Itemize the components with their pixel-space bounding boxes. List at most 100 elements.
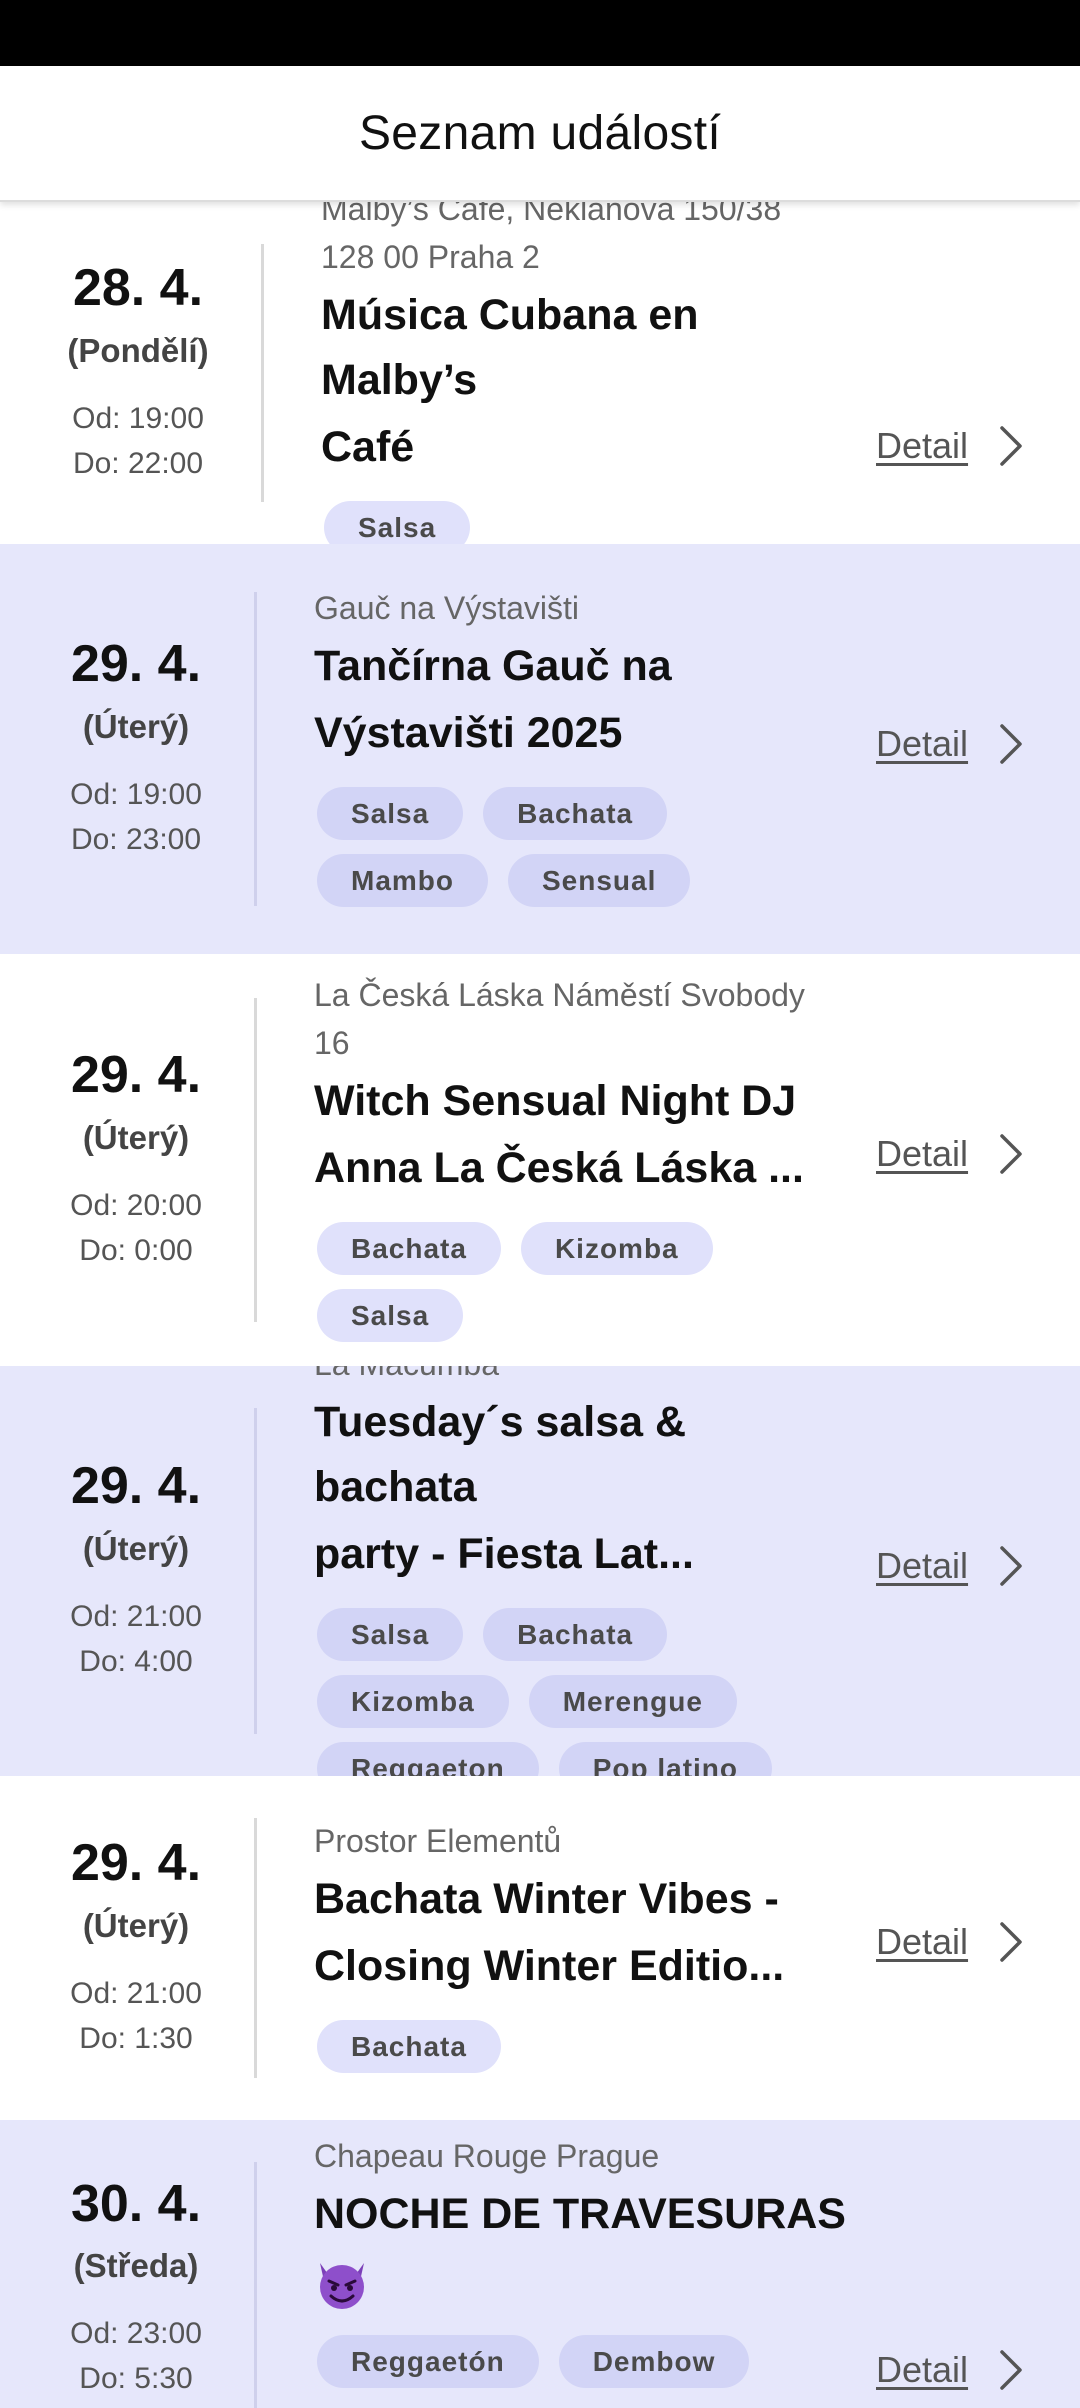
event-date: 29. 4. (Úterý) Od: 19:00 Do: 23:00 [0,544,272,954]
divider [254,1818,257,2078]
event-item-2[interactable]: 29. 4. (Úterý) Od: 20:00 Do: 0:00 La Čes… [0,954,1080,1366]
event-item-1[interactable]: 29. 4. (Úterý) Od: 19:00 Do: 23:00 Gauč … [0,544,1080,954]
event-time-to: Do: 0:00 [79,1233,193,1267]
event-date: 30. 4. (Středa) Od: 23:00 Do: 5:30 [0,2120,272,2401]
tag-chip: Salsa [317,1608,464,1661]
detail-link[interactable]: Detail [876,1544,1024,1588]
tag-chip: Mambo [317,854,488,907]
event-time-from: Od: 19:00 [72,401,204,435]
divider [254,1408,257,1734]
tag-chip: Bachata [483,1608,668,1661]
event-title: Výstavišti 2025 [314,709,623,757]
tag-chip: Reggaeton [317,1742,539,1776]
tag-chip: Salsa [324,501,471,544]
event-title: Anna La Česká Láska ... [314,1144,804,1192]
event-info: La Macumba Tuesday´s salsa & bachata par… [314,1366,854,1776]
event-time-from: Od: 23:00 [70,2317,202,2351]
event-weekday: (Úterý) [82,1529,190,1567]
tag-chip: Kizomba [317,1675,509,1728]
chevron-right-icon [1000,1134,1022,1174]
smiling-devil-emoji-icon [320,2262,364,2309]
detail-link[interactable]: Detail [876,722,1024,766]
tag-chip: Salsa [317,1289,464,1342]
status-bar [0,0,1080,66]
event-tags: Salsa [321,494,861,544]
detail-label[interactable]: Detail [876,723,968,765]
detail-link[interactable]: Detail [876,424,1024,468]
event-venue: Gauč na Výstavišti [314,590,579,626]
event-weekday: (Pondělí) [67,331,209,369]
event-title: Música Cubana en Malby’s [321,291,699,404]
app-bar: Seznam událostí [0,66,1080,202]
event-venue: Chapeau Rouge Prague [314,2138,660,2174]
tag-chip: Merengue [528,1675,737,1728]
event-time-from: Od: 19:00 [70,777,202,811]
detail-label[interactable]: Detail [876,425,968,467]
detail-label[interactable]: Detail [876,1921,968,1963]
event-tags: Salsa Bachata Kizomba Merengue Reggaeton… [314,1601,854,1776]
event-day: 30. 4. [70,2175,202,2233]
event-tags: Bachata [314,2013,854,2080]
event-time-to: Do: 1:30 [79,2021,193,2055]
event-venue: Malby’s Café, Neklanova 150/38 [321,202,782,227]
event-time-from: Od: 21:00 [70,1599,202,1633]
tag-chip: Bachata [317,1222,501,1275]
event-date: 28. 4. (Pondělí) Od: 19:00 Do: 22:00 [0,202,276,544]
detail-label[interactable]: Detail [876,2349,968,2391]
event-venue: La Macumba [314,1366,854,1388]
event-day: 29. 4. [70,1834,202,1893]
chevron-right-icon [1000,1922,1022,1962]
detail-link[interactable]: Detail [876,1132,1024,1176]
tag-chip: Bachata [483,787,668,840]
event-day: 29. 4. [70,635,202,694]
tag-chip: Dembow [558,2335,750,2388]
divider [261,244,264,502]
event-time-to: Do: 23:00 [70,822,202,856]
event-title: Tuesday´s salsa & bachata [314,1398,687,1511]
event-title: Bachata Winter Vibes - [314,1874,779,1923]
detail-label[interactable]: Detail [876,1133,968,1175]
tag-chip: Sensual [508,854,691,907]
event-venue: La Česká Láska Náměstí Svobody [314,977,805,1013]
event-title: Café [321,423,415,471]
chevron-right-icon [1000,426,1022,466]
event-day: 29. 4. [70,1457,202,1516]
chevron-right-icon [1000,724,1022,764]
event-info: La Česká Láska Náměstí Svobody 16 Witch … [314,954,854,1366]
divider [254,592,257,906]
event-title: Witch Sensual Night DJ [314,1077,797,1125]
event-venue: Prostor Elementů [314,1822,562,1859]
event-tags: Salsa Bachata Mambo Sensual [314,780,854,914]
event-venue: 128 00 Praha 2 [321,239,540,275]
event-title-emoji-line [314,2249,854,2314]
event-weekday: (Úterý) [82,707,190,745]
event-date: 29. 4. (Úterý) Od: 21:00 Do: 1:30 [0,1776,272,2120]
event-time-to: Do: 4:00 [79,1644,193,1678]
event-tags: Bachata Kizomba Salsa [314,1215,854,1349]
event-item-3[interactable]: 29. 4. (Úterý) Od: 21:00 Do: 4:00 La Mac… [0,1366,1080,1776]
event-item-4[interactable]: 29. 4. (Úterý) Od: 21:00 Do: 1:30 Prosto… [0,1776,1080,2120]
chevron-right-icon [1000,1546,1022,1586]
event-item-0[interactable]: 28. 4. (Pondělí) Od: 19:00 Do: 22:00 Mal… [0,202,1080,544]
event-time-to: Do: 5:30 [79,2362,193,2396]
event-weekday: (Úterý) [82,1906,190,1944]
event-time-from: Od: 21:00 [70,1976,202,2010]
event-title: party - Fiesta Lat... [314,1530,694,1578]
event-weekday: (Úterý) [82,1118,190,1156]
tag-chip: Pop latino [558,1742,773,1776]
event-info: Prostor Elementů Bachata Winter Vibes - … [314,1776,854,2120]
event-info: Malby’s Café, Neklanova 150/38 128 00 Pr… [321,202,861,544]
detail-link[interactable]: Detail [876,2348,1024,2392]
event-title: Closing Winter Editio... [314,1941,785,1990]
event-item-5[interactable]: 30. 4. (Středa) Od: 23:00 Do: 5:30 Chape… [0,2120,1080,2408]
tag-chip: Bachata [317,2019,501,2073]
tag-chip: Reggaetón [317,2335,539,2388]
event-venue: 16 [314,1025,350,1061]
event-title: Tančírna Gauč na [314,642,672,690]
detail-label[interactable]: Detail [876,1545,968,1587]
page-title: Seznam událostí [358,106,722,160]
event-time-to: Do: 22:00 [72,446,204,480]
event-title: NOCHE DE TRAVESURAS [314,2190,846,2238]
detail-link[interactable]: Detail [876,1920,1024,1964]
event-info: Chapeau Rouge Prague NOCHE DE TRAVESURAS… [314,2120,854,2395]
